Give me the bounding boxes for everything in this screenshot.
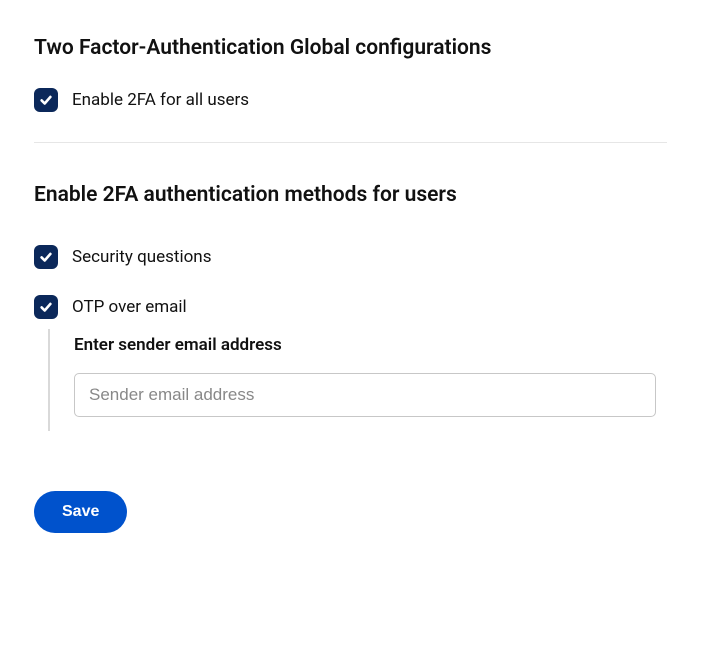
- global-config-title: Two Factor-Authentication Global configu…: [34, 36, 667, 60]
- methods-title: Enable 2FA authentication methods for us…: [34, 183, 667, 207]
- security-questions-row: Security questions: [34, 245, 667, 269]
- otp-email-label: OTP over email: [72, 297, 187, 317]
- save-button[interactable]: Save: [34, 491, 127, 533]
- sender-email-input[interactable]: [74, 373, 656, 417]
- enable-2fa-all-row: Enable 2FA for all users: [34, 88, 667, 112]
- sender-email-label: Enter sender email address: [74, 335, 667, 355]
- enable-2fa-all-checkbox[interactable]: [34, 88, 58, 112]
- check-icon: [39, 93, 53, 107]
- section-divider: [34, 142, 667, 143]
- otp-email-checkbox[interactable]: [34, 295, 58, 319]
- security-questions-checkbox[interactable]: [34, 245, 58, 269]
- otp-email-row: OTP over email: [34, 295, 667, 319]
- otp-email-subblock: Enter sender email address: [48, 329, 667, 431]
- security-questions-label: Security questions: [72, 247, 211, 267]
- check-icon: [39, 300, 53, 314]
- enable-2fa-all-label: Enable 2FA for all users: [72, 90, 249, 110]
- check-icon: [39, 250, 53, 264]
